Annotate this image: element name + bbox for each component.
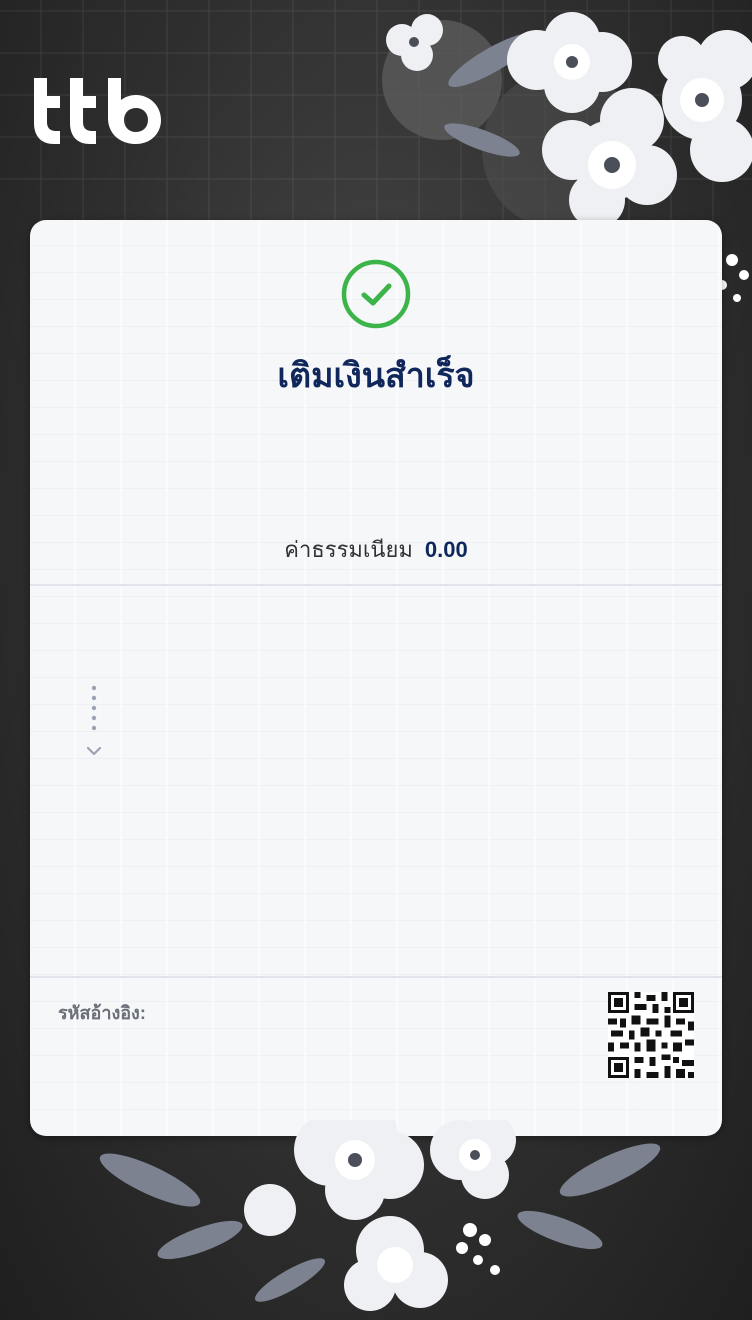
ttb-logo-icon — [34, 78, 161, 144]
check-circle-icon — [341, 259, 411, 329]
reference-label: รหัสอ้างอิง: — [58, 1003, 146, 1023]
qr-code-icon[interactable] — [608, 992, 694, 1078]
success-title: เติมเงินสำเร็จ — [277, 357, 475, 395]
flower-decoration-bottom-icon — [99, 1120, 661, 1311]
fee-row: ค่าธรรมเนียม 0.00 — [30, 532, 722, 567]
expand-more-icon[interactable] — [86, 684, 102, 764]
fee-value: 0.00 — [424, 537, 468, 562]
section-divider — [30, 584, 722, 586]
section-divider — [30, 976, 722, 978]
fee-label: ค่าธรรมเนียม — [284, 537, 413, 562]
receipt-card: เติมเงินสำเร็จ ค่าธรรมเนียม 0.00 รหัสอ้าง… — [30, 220, 722, 1136]
